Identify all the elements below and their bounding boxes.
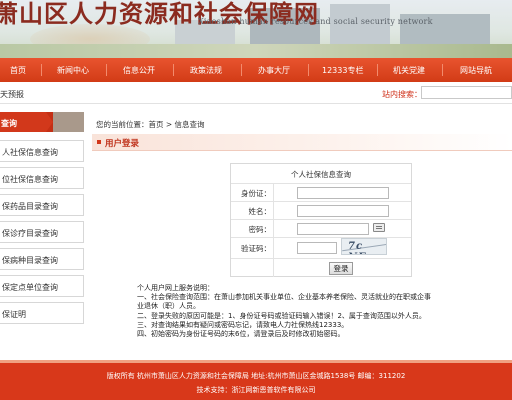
footer-tech-support: 技术支持：浙江网新恩普软件有限公司 <box>196 386 316 394</box>
nav-separator <box>173 64 174 76</box>
captcha-text: 7c NE <box>348 241 366 254</box>
captcha-label: 验证码： <box>241 244 271 253</box>
form-column-divider <box>273 183 274 277</box>
sidebar-item-unit-insurance[interactable]: 位社保信息查询 <box>0 167 84 189</box>
sidebar-item-designated-units[interactable]: 保定点单位查询 <box>0 275 84 297</box>
password-label: 密码： <box>248 225 272 234</box>
nav-item-service-hall[interactable]: 办事大厅 <box>258 65 290 76</box>
form-divider <box>231 183 411 184</box>
nav-item-home[interactable]: 首页 <box>10 65 26 76</box>
nav-item-12333[interactable]: 12333专栏 <box>322 65 363 76</box>
sidebar-header-bar <box>53 112 84 132</box>
nav-separator <box>442 64 443 76</box>
weather-forecast-text: 天预报 <box>0 90 24 99</box>
notes-heading: 个人用户网上服务说明： <box>137 284 214 292</box>
banner-ground <box>0 44 512 58</box>
name-input[interactable] <box>297 205 389 217</box>
sub-bar: 天预报 站内搜索： <box>0 82 512 104</box>
form-divider <box>231 201 411 202</box>
site-search-label: 站内搜索： <box>382 90 422 99</box>
section-bullet-icon <box>97 140 101 144</box>
nav-separator <box>41 64 42 76</box>
form-divider <box>231 258 411 259</box>
nav-separator <box>241 64 242 76</box>
password-input[interactable] <box>297 223 369 235</box>
nav-separator <box>308 64 309 76</box>
keyboard-icon[interactable] <box>373 223 385 232</box>
header-banner: 萧山区人力资源和社会保障网 Xiaoshan human resources a… <box>0 0 512 58</box>
name-label: 姓名： <box>248 207 272 216</box>
sidebar-item-personal-insurance[interactable]: 人社保信息查询 <box>0 140 84 162</box>
service-notes: 个人用户网上服务说明： 一、社会保险查询范围：在萧山参加机关事业单位、企业基本养… <box>137 284 437 339</box>
notes-item: 二、登录失败的原因可能是：1、身份证号码或验证码输入错误！2、属于查询范围以外人… <box>137 311 426 320</box>
nav-item-party[interactable]: 机关党建 <box>393 65 425 76</box>
site-search-input[interactable] <box>421 86 512 99</box>
breadcrumb: 您的当前位置：首页 > 信息查询 <box>96 120 205 129</box>
form-title: 个人社保信息查询 <box>291 170 351 179</box>
captcha-input[interactable] <box>297 242 337 254</box>
notes-item: 四、初始密码为身份证号码的末6位，请登录后及时修改初始密码。 <box>137 330 345 339</box>
main-nav: 首页 新闻中心 信息公开 政策法规 办事大厅 12333专栏 机关党建 网站导航 <box>0 58 512 82</box>
sidebar-item-drug-catalog[interactable]: 保药品目录查询 <box>0 194 84 216</box>
nav-item-news[interactable]: 新闻中心 <box>57 65 89 76</box>
site-title-english: Xiaoshan human resources and social secu… <box>198 17 433 26</box>
sidebar-header: 查询 <box>0 112 84 132</box>
section-title: 用户登录 <box>105 139 140 149</box>
id-card-input[interactable] <box>297 187 389 199</box>
sidebar-item-treatment-catalog[interactable]: 保诊疗目录查询 <box>0 221 84 243</box>
sidebar-item-certificate[interactable]: 保证明 <box>0 302 84 324</box>
nav-separator <box>377 64 378 76</box>
sidebar-item-disease-catalog[interactable]: 保病种目录查询 <box>0 248 84 270</box>
nav-separator <box>106 64 107 76</box>
section-header: 用户登录 <box>92 134 512 151</box>
sidebar-header-arrow <box>46 112 53 132</box>
login-button[interactable]: 登录 <box>329 262 353 275</box>
form-divider <box>231 219 411 220</box>
sidebar-header-label: 查询 <box>0 112 46 132</box>
notes-item: 一、社会保险查询范围：在萧山参加机关事业单位、企业基本养老保险、灵活就业的在职或… <box>137 293 431 311</box>
captcha-image[interactable]: 7c NE <box>341 238 387 255</box>
footer-copyright: 版权所有 杭州市萧山区人力资源和社会保障局 地址:杭州市萧山区金城路1538号 … <box>106 372 406 380</box>
nav-item-info-public[interactable]: 信息公开 <box>123 65 155 76</box>
notes-item: 三、对查询结果如有疑问或密码忘记，请致电人力社保热线12333。 <box>137 320 349 329</box>
nav-item-policy[interactable]: 政策法规 <box>190 65 222 76</box>
login-form: 个人社保信息查询 身份证： 姓名： 密码： 验证码： 7c NE 登录 <box>230 163 412 277</box>
id-card-label: 身份证： <box>241 189 271 198</box>
nav-item-sitemap[interactable]: 网站导航 <box>460 65 492 76</box>
footer: 版权所有 杭州市萧山区人力资源和社会保障局 地址:杭州市萧山区金城路1538号 … <box>0 360 512 400</box>
